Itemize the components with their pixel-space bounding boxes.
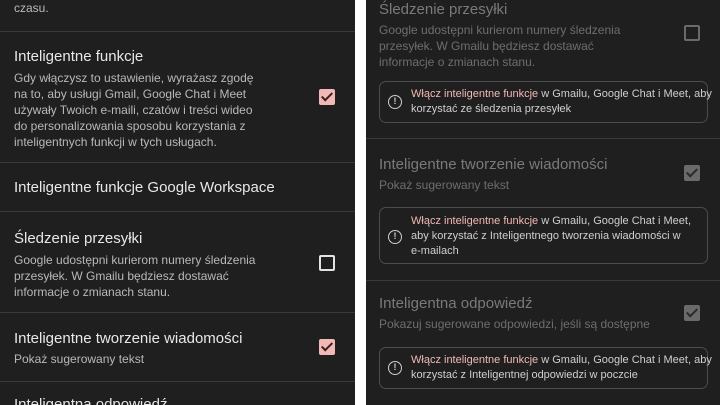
smart-compose-title: Inteligentne tworzenie wiadomości	[379, 156, 608, 173]
package-tracking-desc-line: Google udostępni kurierom numery śledzen…	[14, 253, 256, 267]
info-circle-icon: !	[388, 230, 402, 244]
notice-line: e-mailach	[411, 245, 459, 257]
divider	[0, 31, 355, 32]
divider	[0, 162, 355, 163]
notice-line: korzystać z Inteligentnej odpowiedzi w p…	[411, 369, 638, 381]
enable-smart-features-link[interactable]: Włącz inteligentne funkcje	[411, 354, 538, 366]
package-tracking-desc-line: Google udostępni kurierom numery śledzen…	[379, 23, 621, 37]
smart-compose-notice: ! Włącz inteligentne funkcje w Gmailu, G…	[379, 207, 708, 264]
divider	[0, 211, 355, 212]
right-settings-panel: Śledzenie przesyłki Google udostępni kur…	[366, 0, 720, 405]
smart-compose-desc: Pokaż sugerowany tekst	[14, 352, 145, 366]
smart-reply-checkbox[interactable]	[684, 305, 700, 321]
notice-line: Włącz inteligentne funkcje w Gmailu, Goo…	[411, 87, 712, 102]
enable-smart-features-link[interactable]: Włącz inteligentne funkcje	[411, 88, 538, 100]
notice-line: aby korzystać z Inteligentnego tworzenia…	[411, 230, 681, 242]
previous-setting-desc-fragment: czasu.	[14, 1, 49, 15]
package-tracking-desc-line: informacje o zmianach stanu.	[379, 55, 536, 69]
smart-features-desc-line: do personalizowania sposobu korzystania …	[14, 119, 246, 133]
smart-compose-title: Inteligentne tworzenie wiadomości	[14, 330, 243, 347]
divider	[366, 280, 720, 281]
package-tracking-title: Śledzenie przesyłki	[14, 230, 143, 247]
workspace-section-title[interactable]: Inteligentne funkcje Google Workspace	[14, 179, 275, 197]
enable-smart-features-link[interactable]: Włącz inteligentne funkcje	[411, 215, 538, 227]
package-tracking-title: Śledzenie przesyłki	[379, 1, 508, 18]
smart-compose-desc: Pokaż sugerowany tekst	[379, 178, 510, 192]
smart-reply-notice: ! Włącz inteligentne funkcje w Gmailu, G…	[379, 347, 712, 389]
smart-reply-title-fragment: Inteligentna odpowiedź	[14, 396, 168, 405]
smart-reply-title: Inteligentna odpowiedź	[379, 295, 533, 312]
smart-features-desc-line: inteligentnych funkcji w tych usługach.	[14, 135, 217, 149]
package-tracking-checkbox[interactable]	[319, 255, 335, 271]
divider	[366, 138, 720, 139]
smart-reply-desc: Pokazuj sugerowane odpowiedzi, jeśli są …	[379, 317, 650, 331]
notice-text: w Gmailu, Google Chat i Meet,	[538, 215, 692, 227]
notice-line: Włącz inteligentne funkcje w Gmailu, Goo…	[411, 214, 691, 229]
package-tracking-desc-line: przesyłek. W Gmailu będziesz dostawać	[14, 269, 229, 283]
package-tracking-desc-line: przesyłek. W Gmailu będziesz dostawać	[379, 39, 594, 53]
smart-features-desc-line: na to, aby usługi Gmail, Google Chat i M…	[14, 87, 247, 101]
smart-compose-checkbox[interactable]	[684, 165, 700, 181]
info-circle-icon: !	[388, 95, 402, 109]
left-settings-panel: czasu. Inteligentne funkcje Gdy włączysz…	[0, 0, 355, 405]
smart-features-desc-line: Gdy włączysz to ustawienie, wyrażasz zgo…	[14, 71, 254, 85]
package-tracking-notice: ! Włącz inteligentne funkcje w Gmailu, G…	[379, 81, 712, 123]
divider	[0, 381, 355, 382]
package-tracking-checkbox[interactable]	[684, 25, 700, 41]
notice-text: w Gmailu, Google Chat i Meet, aby	[538, 88, 712, 100]
smart-features-checkbox[interactable]	[319, 89, 335, 105]
divider	[0, 312, 355, 313]
notice-line: Włącz inteligentne funkcje w Gmailu, Goo…	[411, 353, 712, 368]
notice-line: korzystać ze śledzenia przesyłek	[411, 103, 572, 115]
smart-features-desc-line: używały Twoich e-maili, czatów i treści …	[14, 103, 253, 117]
notice-text: w Gmailu, Google Chat i Meet, aby	[538, 354, 712, 366]
package-tracking-desc-line: informacje o zmianach stanu.	[14, 285, 171, 299]
smart-features-title: Inteligentne funkcje	[14, 48, 144, 65]
info-circle-icon: !	[388, 361, 402, 375]
smart-compose-checkbox[interactable]	[319, 339, 335, 355]
